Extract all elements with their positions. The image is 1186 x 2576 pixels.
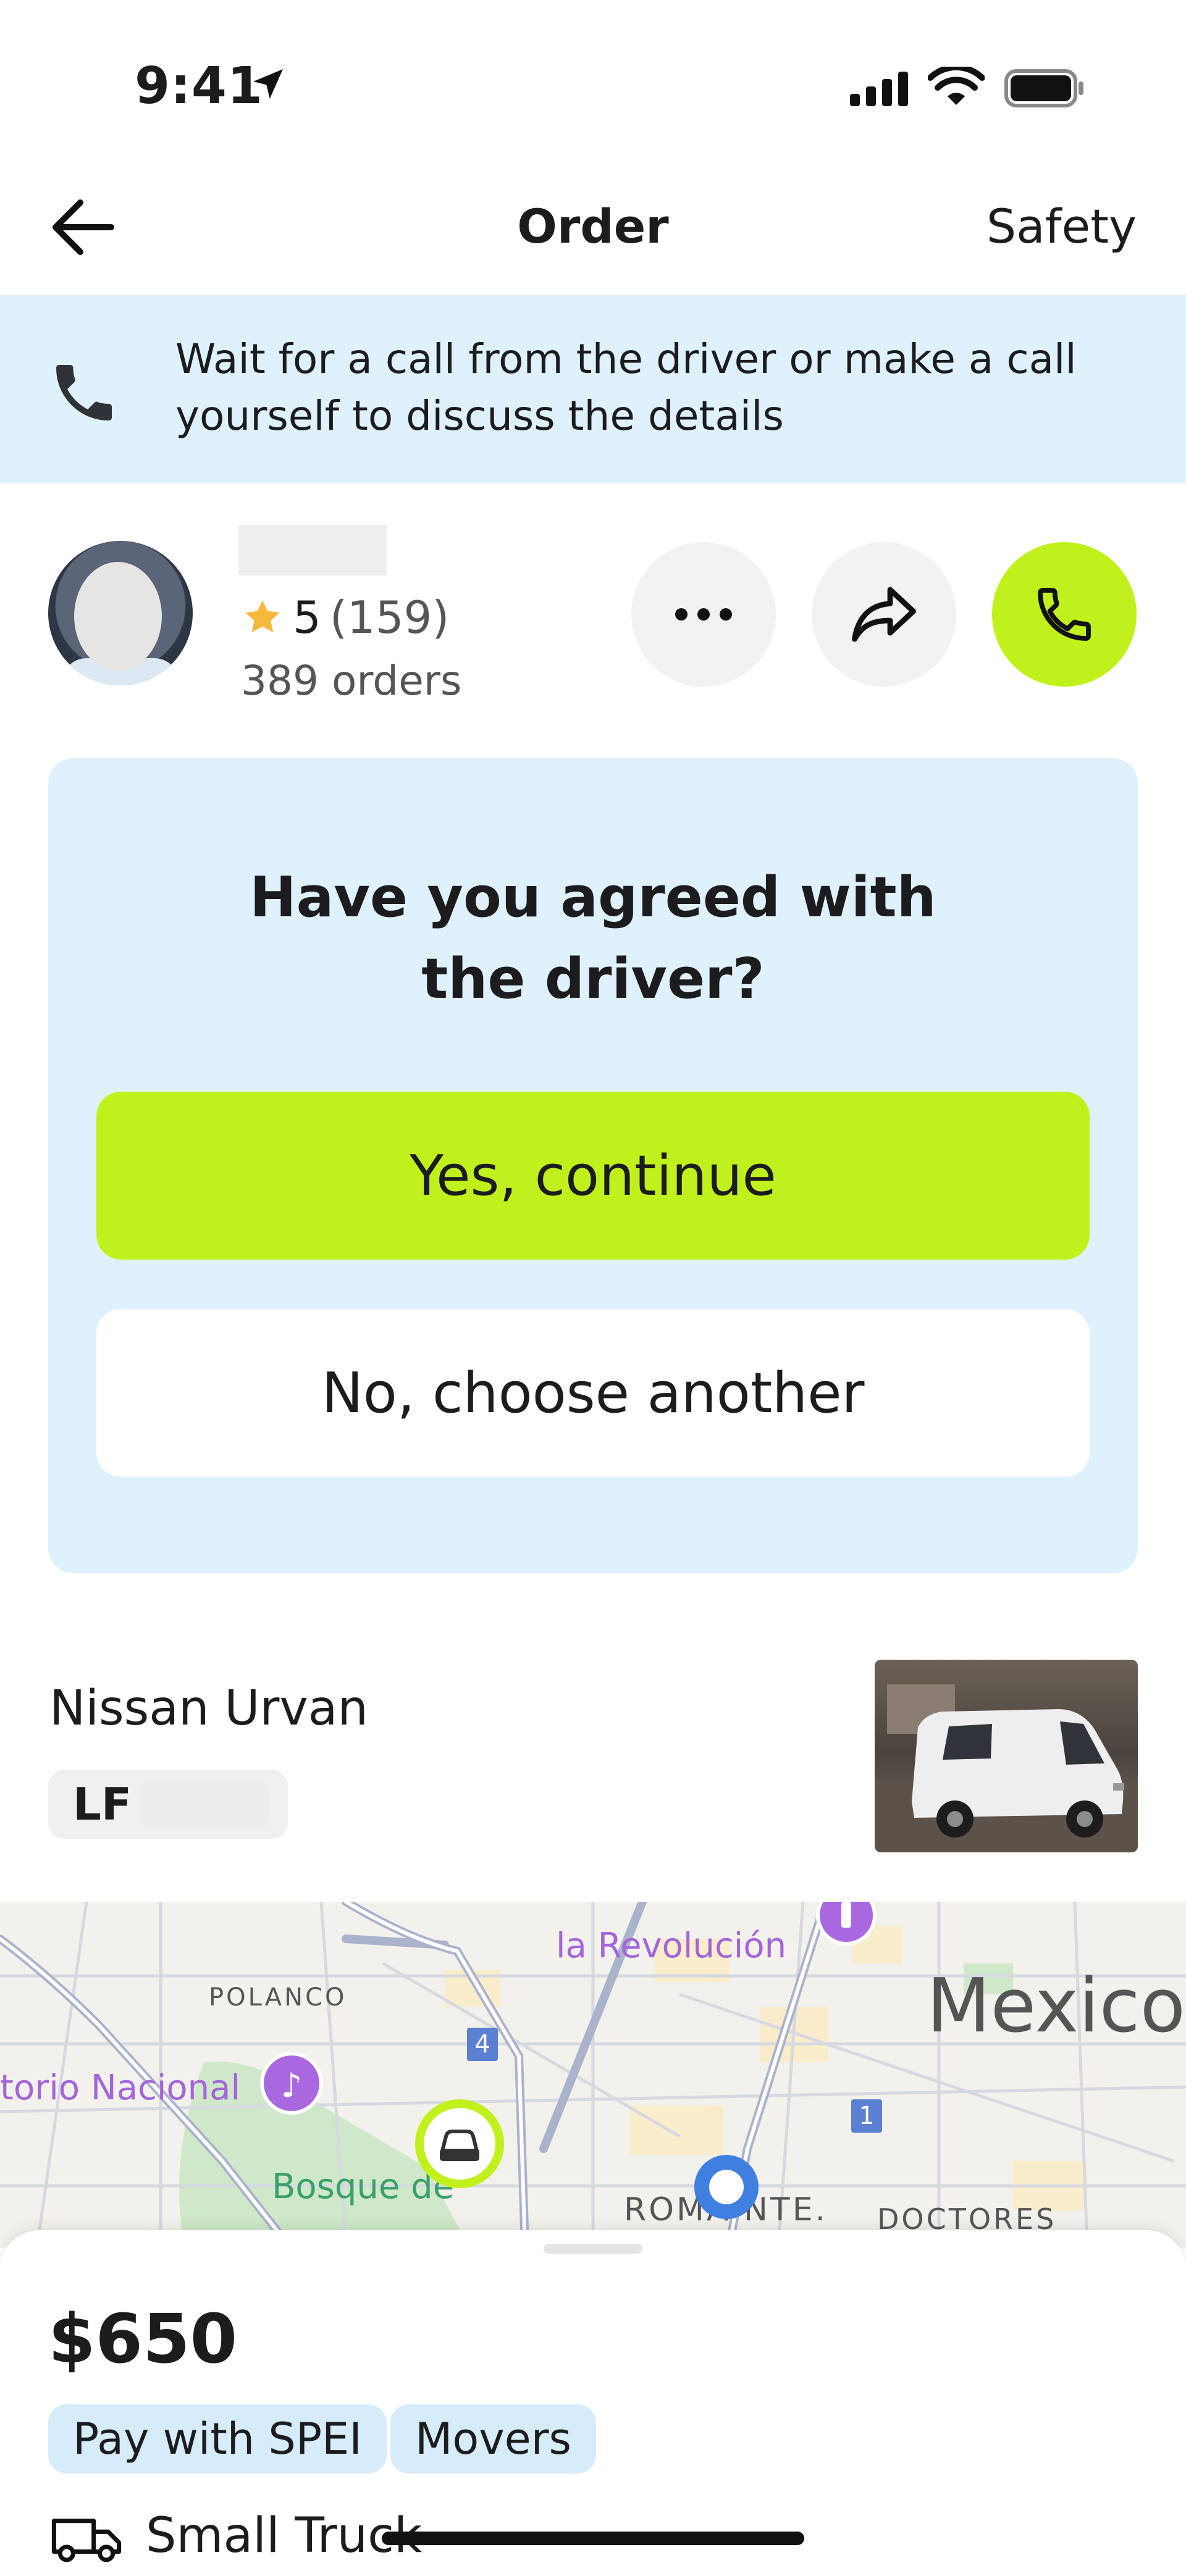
order-bottom-sheet[interactable]: $650 Pay with SPEI Movers Small Truck xyxy=(0,2230,1186,2576)
phone-icon xyxy=(1038,588,1091,641)
agreement-title-line2: the driver? xyxy=(421,947,765,1011)
call-driver-button[interactable] xyxy=(992,542,1137,687)
safety-button[interactable]: Safety xyxy=(986,199,1137,254)
choose-another-button[interactable]: No, choose another xyxy=(96,1309,1090,1477)
map-label-monument-2: la Revolución xyxy=(556,1926,786,1966)
sheet-grabber[interactable] xyxy=(544,2244,642,2254)
service-type-tag: Movers xyxy=(390,2404,596,2474)
star-icon xyxy=(245,600,280,633)
share-button[interactable] xyxy=(812,542,956,687)
battery-icon xyxy=(1004,69,1083,107)
call-info-text: Wait for a call from the driver or make … xyxy=(175,335,1077,440)
svg-text:♪: ♪ xyxy=(281,2066,302,2105)
agreement-title: Have you agreed with the driver? xyxy=(48,857,1138,1020)
home-indicator[interactable] xyxy=(382,2532,804,2545)
driver-rating: 5 (159) xyxy=(241,592,449,643)
route-shield-1: 1 xyxy=(859,2102,874,2130)
rating-count: (159) xyxy=(329,592,450,643)
share-arrow-icon xyxy=(852,587,916,642)
phone-icon xyxy=(56,365,112,420)
more-dots-icon xyxy=(675,608,732,621)
agreement-title-line1: Have you agreed with xyxy=(250,865,936,930)
order-price: $650 xyxy=(48,2299,238,2378)
license-plate-badge: LF xyxy=(48,1770,288,1839)
orders-count: 389 orders xyxy=(241,657,462,705)
status-time: 9:41 xyxy=(135,57,263,115)
agreement-card: Have you agreed with the driver? Yes, co… xyxy=(48,758,1138,1573)
driver-name-redacted xyxy=(238,525,387,575)
map-label-mexico: Mexico xyxy=(927,1963,1185,2049)
pickup-location-marker xyxy=(694,2155,759,2219)
truck-icon xyxy=(51,2519,122,2562)
call-info-banner: Wait for a call from the driver or make … xyxy=(0,295,1186,483)
cellular-signal-icon xyxy=(850,72,908,106)
driver-avatar xyxy=(48,541,193,685)
map-label-auditorio: torio Nacional xyxy=(0,2068,240,2108)
plate-redacted xyxy=(140,1783,269,1825)
more-options-button[interactable] xyxy=(631,542,776,687)
plate-prefix: LF xyxy=(73,1778,132,1830)
location-arrow-icon xyxy=(253,69,283,99)
map-label-polanco: POLANCO xyxy=(209,1983,347,2012)
driver-car-marker xyxy=(415,2099,504,2188)
map-label-monument: Monumento A xyxy=(544,1902,784,1909)
yes-continue-button[interactable]: Yes, continue xyxy=(96,1092,1090,1260)
rating-value: 5 xyxy=(293,592,321,643)
vehicle-photo xyxy=(875,1660,1138,1852)
vehicle-type-label: Small Truck xyxy=(146,2508,423,2564)
payment-method-tag: Pay with SPEI xyxy=(48,2404,387,2474)
wifi-icon xyxy=(928,67,985,105)
vehicle-name: Nissan Urvan xyxy=(49,1681,368,1736)
route-map[interactable]: Monumento A la Revolución POLANCO Mexico… xyxy=(0,1902,1186,2248)
route-shield-4: 4 xyxy=(474,2030,490,2059)
